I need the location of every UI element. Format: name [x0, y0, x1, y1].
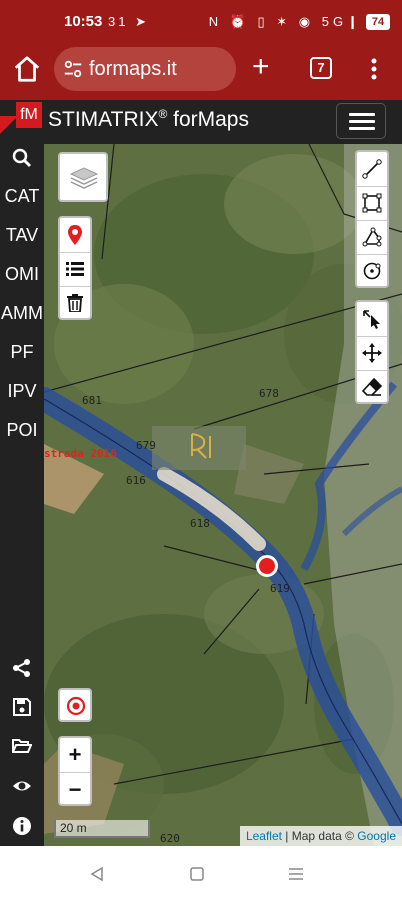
- parcel-label: 616: [126, 474, 146, 487]
- sidebar-item-amm[interactable]: AMM: [0, 294, 44, 332]
- location-marker[interactable]: [256, 555, 278, 577]
- circle-icon[interactable]: [362, 261, 382, 281]
- app-header: fM STIMATRIX® forMaps: [0, 100, 402, 144]
- home-nav-icon[interactable]: [190, 867, 204, 881]
- parcel-label: 678: [259, 387, 279, 400]
- sidebar-item-tav[interactable]: TAV: [0, 216, 44, 254]
- search-icon[interactable]: [12, 148, 32, 168]
- app-logo: fM: [16, 102, 42, 128]
- eye-icon[interactable]: [12, 776, 32, 796]
- site-settings-icon[interactable]: [62, 58, 84, 80]
- draw-polyline-button[interactable]: [357, 152, 387, 185]
- edit-shapes-button[interactable]: [357, 302, 387, 335]
- sidebar-item-ipv[interactable]: IPV: [0, 372, 44, 410]
- sidebar-item-poi[interactable]: POI: [0, 411, 44, 449]
- parcel-label: 679: [136, 439, 156, 452]
- sidebar-item-pf[interactable]: PF: [0, 333, 44, 371]
- locate-target-icon[interactable]: [66, 696, 86, 716]
- url-text[interactable]: formaps.it: [89, 58, 177, 81]
- notification-icons: 31 ➤: [108, 14, 149, 29]
- zoom-out-button[interactable]: −: [60, 772, 90, 805]
- zoom-control: + −: [58, 736, 92, 806]
- leaflet-link[interactable]: Leaflet: [246, 829, 282, 843]
- sidebar-item-cat[interactable]: CAT: [0, 177, 44, 215]
- tab-switcher-button[interactable]: 7: [310, 57, 332, 79]
- left-sidebar: CAT TAV OMI AMM PF IPV POI: [0, 144, 44, 846]
- back-icon[interactable]: [89, 866, 105, 882]
- browser-toolbar: formaps.it + 7: [0, 44, 402, 100]
- list-icon[interactable]: [66, 262, 84, 276]
- url-field[interactable]: formaps.it: [54, 47, 236, 91]
- erase-button[interactable]: [357, 370, 387, 403]
- road-label: strada 2016: [44, 447, 117, 460]
- new-tab-icon[interactable]: +: [252, 52, 270, 82]
- info-icon[interactable]: [12, 816, 32, 836]
- hamburger-line: [349, 127, 375, 130]
- delete-button[interactable]: [60, 286, 90, 319]
- battery-icon: 74: [366, 14, 390, 30]
- draw-polygon-button[interactable]: [357, 220, 387, 253]
- folder-open-icon[interactable]: [12, 736, 32, 756]
- app-title-suffix: forMaps: [167, 108, 249, 131]
- list-button[interactable]: [60, 252, 90, 285]
- aerial-imagery[interactable]: [44, 144, 402, 846]
- layers-control[interactable]: [58, 152, 108, 202]
- parcel-label: 619: [270, 582, 290, 595]
- scale-bar: 20 m: [54, 820, 150, 838]
- google-link[interactable]: Google: [357, 829, 396, 843]
- system-status-icons: N ⏰ ▯ ✶ ◉ 5G❙: [208, 14, 362, 29]
- draw-toolbar: [355, 150, 389, 288]
- system-nav-bar: [0, 846, 402, 900]
- rectangle-icon[interactable]: [362, 193, 382, 213]
- zoom-in-button[interactable]: +: [60, 738, 90, 771]
- save-icon[interactable]: [12, 697, 32, 717]
- app-title: STIMATRIX® forMaps: [48, 107, 249, 132]
- edit-toolbar: [355, 300, 389, 404]
- status-time: 10:53: [64, 13, 103, 30]
- sidebar-item-omi[interactable]: OMI: [0, 255, 44, 293]
- parcel-label: 681: [82, 394, 102, 407]
- registered-mark: ®: [158, 107, 168, 121]
- more-menu-icon[interactable]: [366, 54, 382, 84]
- hamburger-line: [349, 113, 375, 116]
- eraser-icon[interactable]: [362, 378, 382, 396]
- hamburger-menu-button[interactable]: [336, 103, 386, 139]
- draw-rectangle-button[interactable]: [357, 186, 387, 219]
- parcel-label: 620: [160, 832, 180, 845]
- app-title-name: STIMATRIX: [48, 108, 159, 131]
- polygon-icon[interactable]: [362, 227, 382, 247]
- locate-control[interactable]: [58, 688, 92, 722]
- move-button[interactable]: [357, 336, 387, 369]
- map-attribution: Leaflet | Map data © Google: [239, 826, 402, 846]
- map-view[interactable]: 681 678 679 616 618 619 620 strada 2016: [44, 144, 402, 846]
- trash-icon[interactable]: [67, 294, 83, 312]
- parcel-label: 618: [190, 517, 210, 530]
- draw-circle-button[interactable]: [357, 254, 387, 287]
- edit-cursor-icon[interactable]: [362, 309, 382, 329]
- status-bar: 10:53 31 ➤ N ⏰ ▯ ✶ ◉ 5G❙ 74: [0, 0, 402, 44]
- polyline-icon[interactable]: [362, 158, 382, 179]
- hamburger-line: [349, 120, 375, 123]
- attribution-text: | Map data ©: [281, 829, 358, 843]
- recents-icon[interactable]: [288, 867, 304, 881]
- add-marker-button[interactable]: [60, 218, 90, 251]
- home-icon[interactable]: [12, 54, 42, 84]
- share-icon[interactable]: [12, 658, 32, 678]
- map-pin-icon[interactable]: [67, 224, 83, 246]
- marker-tools-control: [58, 216, 92, 320]
- move-arrows-icon[interactable]: [362, 343, 382, 363]
- layers-icon[interactable]: [69, 164, 99, 192]
